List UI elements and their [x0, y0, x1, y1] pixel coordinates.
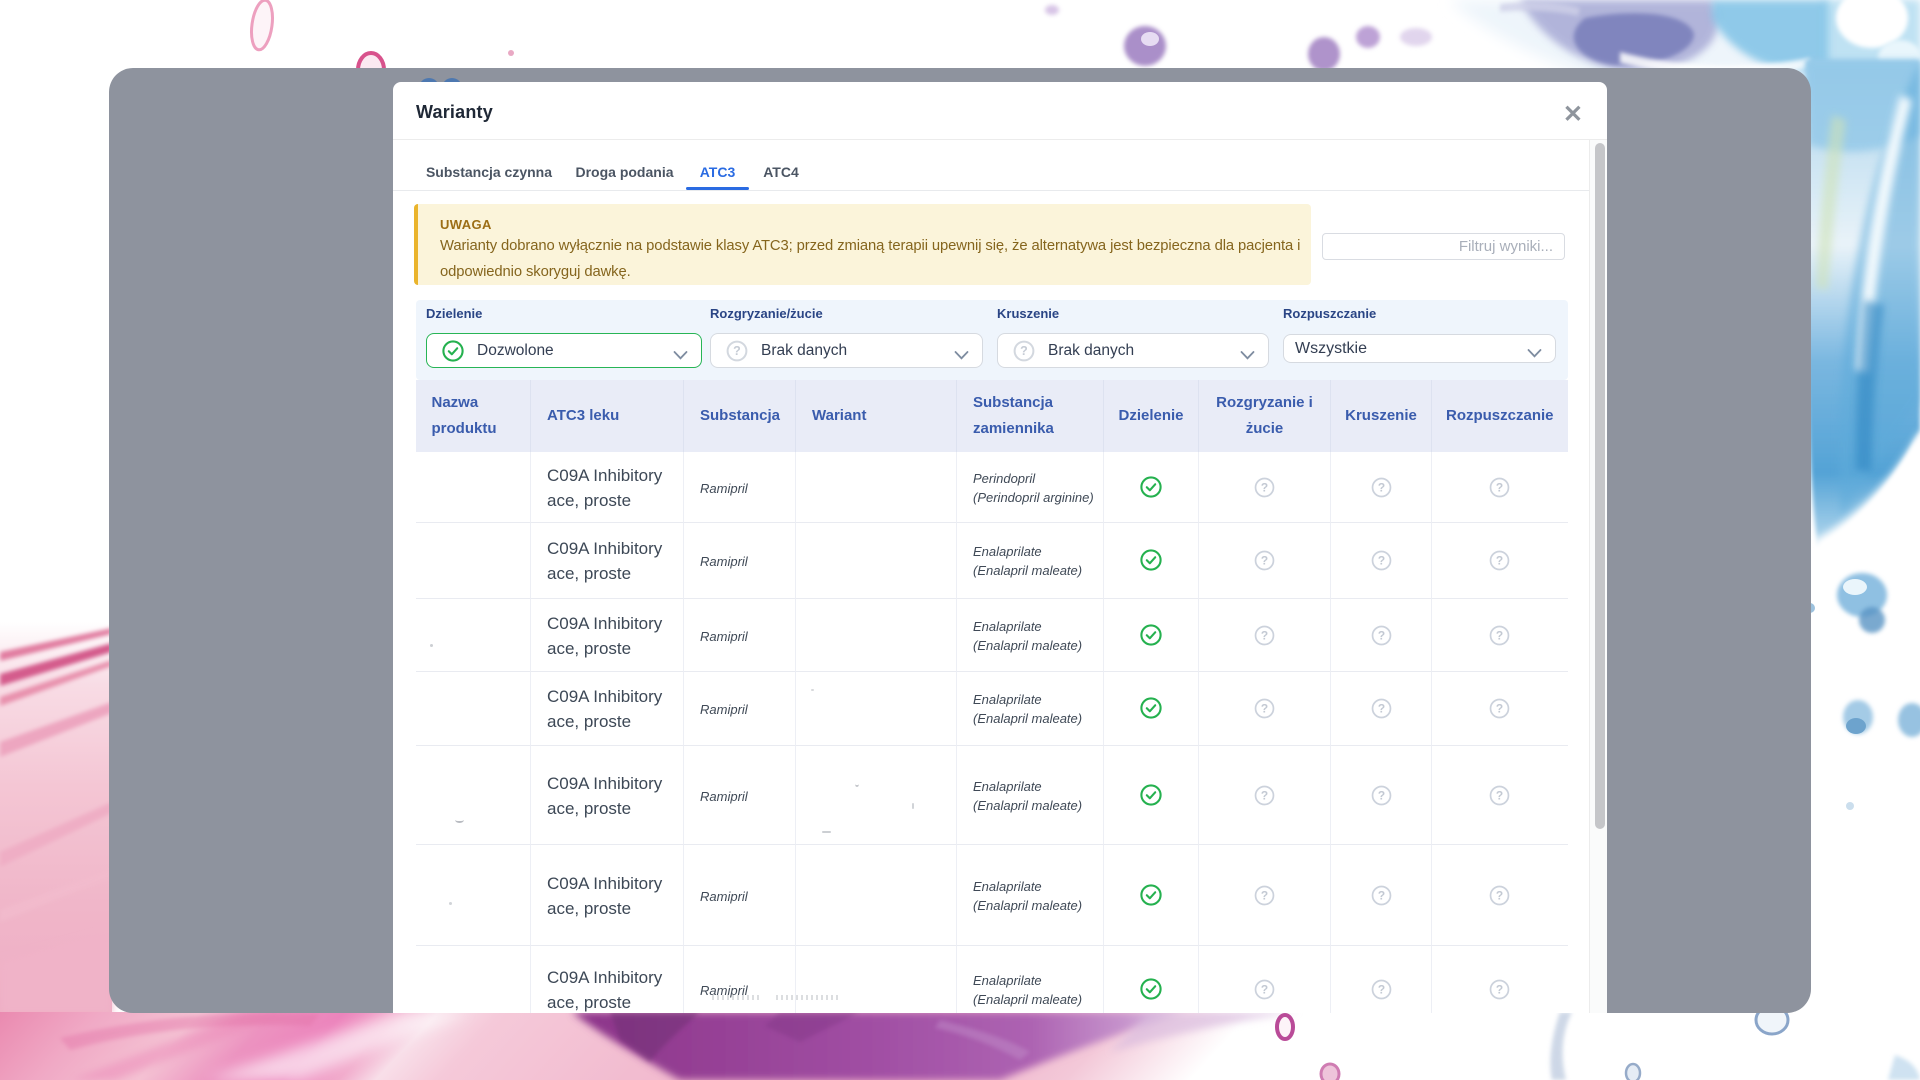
- svg-text:?: ?: [1377, 888, 1384, 902]
- svg-text:?: ?: [1377, 788, 1384, 802]
- svg-text:?: ?: [1377, 702, 1384, 716]
- svg-text:?: ?: [1377, 628, 1384, 642]
- svg-text:?: ?: [1261, 702, 1268, 716]
- svg-text:?: ?: [1261, 628, 1268, 642]
- svg-text:?: ?: [1261, 888, 1268, 902]
- svg-text:?: ?: [1020, 344, 1028, 358]
- svg-text:?: ?: [1496, 702, 1503, 716]
- svg-text:?: ?: [1377, 983, 1384, 997]
- svg-text:?: ?: [1496, 628, 1503, 642]
- svg-text:?: ?: [1377, 554, 1384, 568]
- svg-text:?: ?: [1496, 888, 1503, 902]
- svg-text:?: ?: [1496, 554, 1503, 568]
- svg-text:?: ?: [733, 344, 741, 358]
- svg-text:?: ?: [1496, 788, 1503, 802]
- svg-text:?: ?: [1496, 480, 1503, 494]
- svg-text:?: ?: [1261, 554, 1268, 568]
- svg-text:?: ?: [1261, 788, 1268, 802]
- svg-text:?: ?: [1377, 480, 1384, 494]
- svg-text:?: ?: [1496, 983, 1503, 997]
- svg-text:?: ?: [1261, 480, 1268, 494]
- svg-text:?: ?: [1261, 983, 1268, 997]
